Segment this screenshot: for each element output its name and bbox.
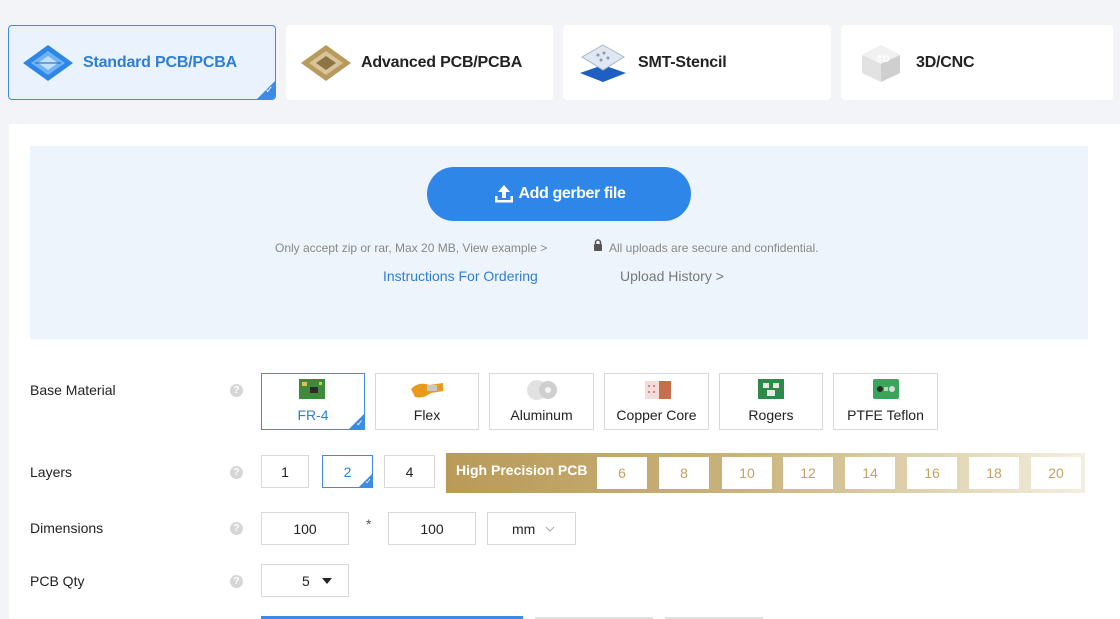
aluminum-board-icon xyxy=(526,380,557,400)
help-icon[interactable]: ? xyxy=(230,575,243,588)
material-fr4[interactable]: FR-4 ✓ xyxy=(261,373,365,430)
upload-history-link[interactable]: Upload History > xyxy=(620,268,724,284)
width-input[interactable] xyxy=(261,512,349,545)
svg-text:3D: 3D xyxy=(876,55,890,65)
layer-option-label: 2 xyxy=(343,463,352,480)
material-label: Flex xyxy=(413,407,441,423)
high-precision-label: High Precision PCB xyxy=(456,462,588,478)
material-label: PTFE Teflon xyxy=(847,407,924,423)
pcb-qty-select[interactable]: 5 xyxy=(261,564,349,597)
copper-core-icon xyxy=(644,381,671,399)
material-ptfe-teflon[interactable]: PTFE Teflon xyxy=(833,373,938,430)
hp-layer-option-8[interactable]: 8 xyxy=(659,457,709,489)
product-tabs: Standard PCB/PCBA ✓ Advanced PCB/PCBA SM… xyxy=(0,0,1120,120)
instructions-link[interactable]: Instructions For Ordering xyxy=(383,268,538,284)
help-icon[interactable]: ? xyxy=(230,384,243,397)
add-gerber-label: Add gerber file xyxy=(518,185,626,202)
upload-area: Add gerber file Only accept zip or rar, … xyxy=(30,146,1088,339)
base-material-label: Base Material xyxy=(30,382,116,398)
hp-layer-option-12[interactable]: 12 xyxy=(783,457,833,489)
material-aluminum[interactable]: Aluminum xyxy=(489,373,594,430)
tab-label: 3D/CNC xyxy=(916,53,975,71)
material-rogers[interactable]: Rogers xyxy=(719,373,823,430)
unit-select[interactable]: mm xyxy=(487,512,576,545)
layer-option-2[interactable]: 2 ✓ xyxy=(322,455,373,488)
secure-note: All uploads are secure and confidential. xyxy=(609,241,819,255)
lock-icon xyxy=(594,239,602,251)
tab-advanced-pcb[interactable]: Advanced PCB/PCBA xyxy=(286,25,553,100)
dimension-separator: * xyxy=(366,516,372,532)
tab-smt-stencil[interactable]: SMT-Stencil xyxy=(563,25,831,100)
hp-layer-option-18[interactable]: 18 xyxy=(969,457,1019,489)
advanced-pcb-icon xyxy=(299,43,353,83)
tab-label: Advanced PCB/PCBA xyxy=(361,53,523,71)
hp-layer-option-6[interactable]: 6 xyxy=(597,457,647,489)
material-label: FR-4 xyxy=(297,407,329,423)
order-panel: Add gerber file Only accept zip or rar, … xyxy=(9,124,1120,619)
pcb-qty-label: PCB Qty xyxy=(30,573,85,589)
pcb-qty-value: 5 xyxy=(302,572,310,589)
help-icon[interactable]: ? xyxy=(230,522,243,535)
dimensions-label: Dimensions xyxy=(30,520,104,536)
upload-icon xyxy=(494,185,513,203)
selected-check-icon: ✓ xyxy=(257,81,275,99)
unit-value: mm xyxy=(512,520,536,537)
tab-3d-cnc[interactable]: 3D 3D/CNC xyxy=(841,25,1113,100)
tab-label: Standard PCB/PCBA xyxy=(83,53,237,71)
tab-label: SMT-Stencil xyxy=(638,53,727,71)
selected-check-icon: ✓ xyxy=(349,414,364,429)
caret-down-icon xyxy=(321,577,332,584)
height-input[interactable] xyxy=(388,512,476,545)
help-icon[interactable]: ? xyxy=(230,466,243,479)
upload-hint[interactable]: Only accept zip or rar, Max 20 MB, View … xyxy=(275,241,547,255)
rogers-board-icon xyxy=(758,379,784,399)
hp-layer-option-14[interactable]: 14 xyxy=(845,457,895,489)
standard-pcb-icon xyxy=(21,43,75,83)
3d-cnc-icon: 3D xyxy=(854,43,908,83)
hp-layer-option-20[interactable]: 20 xyxy=(1031,457,1081,489)
tab-standard-pcb[interactable]: Standard PCB/PCBA ✓ xyxy=(8,25,276,100)
material-copper-core[interactable]: Copper Core xyxy=(604,373,709,430)
chevron-down-icon xyxy=(545,526,555,532)
material-label: Copper Core xyxy=(616,407,697,423)
hp-layer-option-16[interactable]: 16 xyxy=(907,457,957,489)
layer-option-1[interactable]: 1 xyxy=(261,455,309,488)
selected-check-icon: ✓ xyxy=(359,474,372,487)
layer-option-4[interactable]: 4 xyxy=(384,455,435,488)
ptfe-board-icon xyxy=(872,379,899,399)
fr4-board-icon xyxy=(299,379,325,399)
hp-layer-option-10[interactable]: 10 xyxy=(722,457,772,489)
flex-board-icon xyxy=(411,383,443,398)
smt-stencil-icon xyxy=(576,43,630,83)
add-gerber-button[interactable]: Add gerber file xyxy=(427,167,691,221)
material-label: Aluminum xyxy=(510,407,573,423)
layers-label: Layers xyxy=(30,464,73,480)
material-label: Rogers xyxy=(748,407,794,423)
material-flex[interactable]: Flex xyxy=(375,373,479,430)
